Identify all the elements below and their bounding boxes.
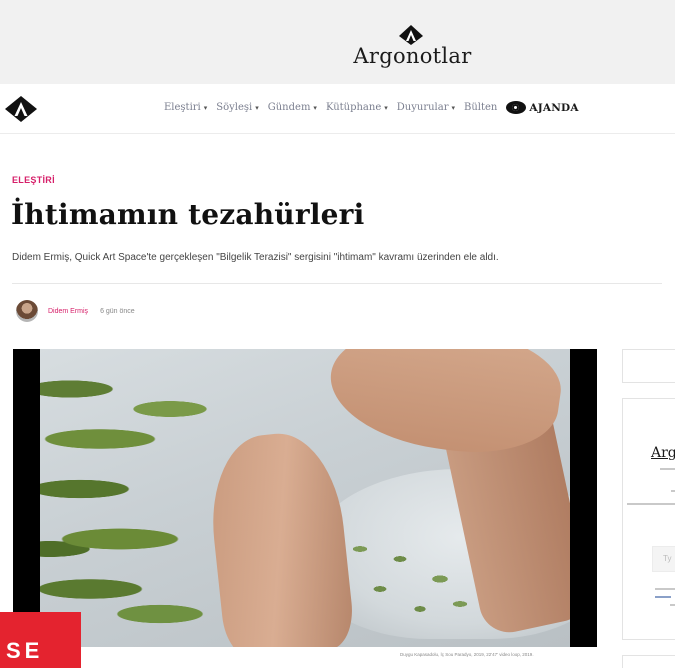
- avatar[interactable]: [16, 300, 38, 322]
- nav-item-soylesi[interactable]: Söyleşi ▾: [216, 102, 258, 113]
- article-subtitle: Didem Ermiş, Quick Art Space'te gerçekle…: [12, 252, 499, 263]
- nav-logo-icon[interactable]: [4, 95, 38, 123]
- chevron-down-icon: ▾: [313, 103, 317, 112]
- video-player[interactable]: [13, 349, 597, 647]
- author-name[interactable]: Didem Ermiş: [48, 308, 88, 315]
- corner-badge[interactable]: SE: [0, 612, 81, 668]
- timestamp: 6 gün önce: [100, 307, 135, 315]
- nav-item-label: Gündem: [267, 102, 311, 113]
- divider: [12, 283, 662, 284]
- article-category[interactable]: ELEŞTİRİ: [12, 175, 55, 185]
- newsletter-title: Arg: [651, 445, 675, 461]
- video-frame: [40, 349, 570, 647]
- video-caption: Duygu Kapasadolu, İç Sou Paradyo, 2019, …: [400, 652, 534, 657]
- chevron-down-icon: ▾: [384, 103, 388, 112]
- sidebar-box-top: [622, 349, 675, 383]
- text-line: [671, 490, 675, 492]
- text-line: [655, 596, 671, 598]
- nav-item-label: Söyleşi: [216, 102, 253, 113]
- left-hand-image: [203, 427, 357, 647]
- brand-banner: Argonotlar: [0, 0, 675, 84]
- nav-item-duyurular[interactable]: Duyurular ▾: [397, 102, 455, 113]
- chevron-down-icon: ▾: [451, 103, 455, 112]
- nav-item-elestiri[interactable]: Eleştiri ▾: [164, 102, 207, 113]
- main-nav: Eleştiri ▾ Söyleşi ▾ Gündem ▾ Kütüphane …: [0, 84, 675, 134]
- newsletter-box: [622, 398, 675, 640]
- chevron-down-icon: ▾: [255, 103, 259, 112]
- nav-item-label: Kütüphane: [325, 102, 382, 113]
- logo-icon[interactable]: [398, 24, 424, 46]
- nav-menu: Eleştiri ▾ Söyleşi ▾ Gündem ▾ Kütüphane …: [164, 101, 579, 114]
- nav-item-kutuphane[interactable]: Kütüphane ▾: [326, 102, 388, 113]
- site-name[interactable]: Argonotlar: [0, 44, 675, 68]
- nav-item-label: Eleştiri: [164, 102, 201, 113]
- sidebar-box-bottom: [622, 655, 675, 668]
- text-line: [627, 503, 675, 505]
- text-line: [655, 588, 675, 590]
- email-field-placeholder: Ty: [663, 554, 672, 563]
- text-line: [660, 468, 675, 470]
- eye-icon: [506, 101, 527, 114]
- nav-item-bulten[interactable]: Bülten: [464, 102, 497, 113]
- ajanda-label: AJANDA: [529, 101, 579, 114]
- article-title: İhtimamın tezahürleri: [11, 198, 365, 231]
- author-row: Didem Ermiş 6 gün önce: [16, 300, 135, 322]
- nav-item-label: Bülten: [464, 102, 498, 113]
- chevron-down-icon: ▾: [203, 103, 208, 112]
- nav-item-label: Duyurular: [396, 102, 449, 113]
- nav-item-gundem[interactable]: Gündem ▾: [268, 102, 317, 113]
- text-line: [670, 604, 675, 606]
- nav-item-ajanda[interactable]: AJANDA: [506, 101, 578, 114]
